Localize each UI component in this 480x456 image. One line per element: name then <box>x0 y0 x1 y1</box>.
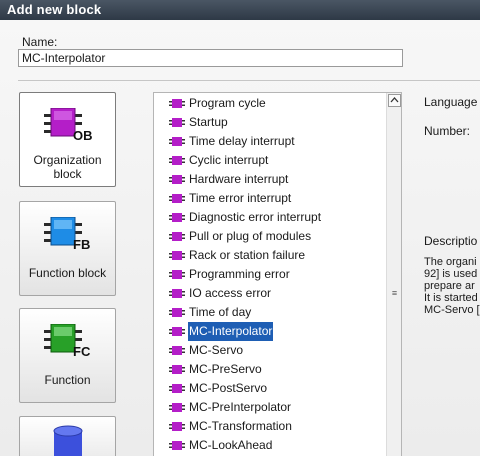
list-item-label: IO access error <box>189 286 272 300</box>
ob-block-icon <box>169 327 185 336</box>
description-line: The organi <box>424 256 477 268</box>
ob-block-icon <box>169 99 185 108</box>
scroll-up-button[interactable] <box>388 94 401 107</box>
function-block-label: Function block <box>28 266 107 280</box>
list-item[interactable]: Pull or plug of modules <box>154 227 386 246</box>
list-item[interactable]: Startup <box>154 113 386 132</box>
svg-text:FB: FB <box>73 237 90 251</box>
list-scrollbar[interactable]: ≡ <box>386 93 401 456</box>
organization-block-label-2: block <box>53 167 82 181</box>
list-item[interactable]: Programming error <box>154 265 386 284</box>
ob-block-icon <box>169 232 185 241</box>
number-label: Number: <box>424 124 471 138</box>
list-item[interactable]: IO access error <box>154 284 386 303</box>
list-item-label: Time error interrupt <box>189 191 292 205</box>
ob-block-icon <box>169 403 185 412</box>
list-item[interactable]: Diagnostic error interrupt <box>154 208 386 227</box>
list-item[interactable]: Rack or station failure <box>154 246 386 265</box>
ob-block-icon: OB <box>44 108 92 142</box>
database-icon <box>53 425 83 456</box>
list-item[interactable]: MC-PreInterpolator <box>154 398 386 417</box>
dialog-title-bar: Add new block <box>0 0 480 20</box>
organization-block-button[interactable]: OB Organization block <box>19 92 116 187</box>
name-label: Name: <box>22 35 58 49</box>
ob-block-icon <box>169 137 185 146</box>
language-label: Language <box>424 95 478 109</box>
ob-type-list[interactable]: Program cycle Startup Time delay interrupt… <box>153 92 402 456</box>
ob-block-icon <box>169 346 185 355</box>
function-label: Function <box>44 373 91 387</box>
ob-block-icon <box>169 384 185 393</box>
list-item-label: Program cycle <box>189 96 266 110</box>
organization-block-label-1: Organization <box>33 153 102 167</box>
function-button[interactable]: FC Function <box>19 308 116 403</box>
list-item[interactable]: MC-PostServo <box>154 379 386 398</box>
svg-text:FC: FC <box>73 344 91 358</box>
ob-block-icon <box>169 422 185 431</box>
ob-block-icon <box>169 213 185 222</box>
list-item[interactable]: Time error interrupt <box>154 189 386 208</box>
list-item[interactable]: Time delay interrupt <box>154 132 386 151</box>
description-label: Descriptio <box>424 234 478 248</box>
list-item-label: Time delay interrupt <box>189 134 295 148</box>
list-item-label: MC-Transformation <box>189 419 292 433</box>
list-item-label: Diagnostic error interrupt <box>189 210 322 224</box>
data-block-button[interactable] <box>19 416 116 456</box>
description-line: prepare ar <box>424 280 475 292</box>
dialog-title: Add new block <box>7 2 102 17</box>
ob-block-icon <box>169 175 185 184</box>
svg-text:OB: OB <box>73 128 92 142</box>
list-item-label: Hardware interrupt <box>189 172 289 186</box>
ob-block-icon <box>169 365 185 374</box>
list-item-label: MC-PostServo <box>189 381 268 395</box>
chevron-up-icon <box>390 97 399 103</box>
list-item[interactable]: MC-Transformation <box>154 417 386 436</box>
ob-block-icon <box>169 194 185 203</box>
description-text: The organi 92] is used prepare ar It is … <box>424 256 480 316</box>
list-item-label: Rack or station failure <box>189 248 306 262</box>
ob-block-icon <box>169 270 185 279</box>
name-input[interactable] <box>18 49 403 67</box>
list-item-label: MC-PreInterpolator <box>189 400 292 414</box>
function-block-button[interactable]: FB Function block <box>19 201 116 296</box>
description-line: MC-Servo [ <box>424 304 480 316</box>
ob-block-icon <box>169 441 185 450</box>
description-line: It is started <box>424 292 478 304</box>
list-item[interactable]: Program cycle <box>154 94 386 113</box>
list-item-label: MC-Servo <box>189 343 244 357</box>
list-item[interactable]: MC-PreServo <box>154 360 386 379</box>
ob-block-icon <box>169 251 185 260</box>
list-item-label: MC-Interpolator <box>186 321 275 342</box>
ob-block-icon <box>169 156 185 165</box>
list-item-label: Programming error <box>189 267 290 281</box>
ob-block-icon <box>169 289 185 298</box>
list-item[interactable]: MC-LookAhead <box>154 436 386 455</box>
list-item[interactable]: Time of day <box>154 303 386 322</box>
list-item-label: MC-LookAhead <box>189 438 273 452</box>
list-item[interactable]: MC-Interpolator <box>154 321 386 342</box>
list-item-label: Time of day <box>189 305 252 319</box>
scroll-grip-icon[interactable]: ≡ <box>390 289 399 298</box>
list-item[interactable]: Cyclic interrupt <box>154 151 386 170</box>
list-item-label: Pull or plug of modules <box>189 229 312 243</box>
list-item-label: Startup <box>189 115 228 129</box>
separator <box>18 80 480 81</box>
list-item-label: Cyclic interrupt <box>189 153 269 167</box>
description-line: 92] is used <box>424 268 478 280</box>
ob-block-icon <box>169 118 185 127</box>
fc-block-icon: FC <box>44 324 91 358</box>
list-item[interactable]: MC-Servo <box>154 341 386 360</box>
list-item-label: MC-PreServo <box>189 362 262 376</box>
list-item[interactable]: Hardware interrupt <box>154 170 386 189</box>
fb-block-icon: FB <box>44 217 90 251</box>
ob-block-icon <box>169 308 185 317</box>
